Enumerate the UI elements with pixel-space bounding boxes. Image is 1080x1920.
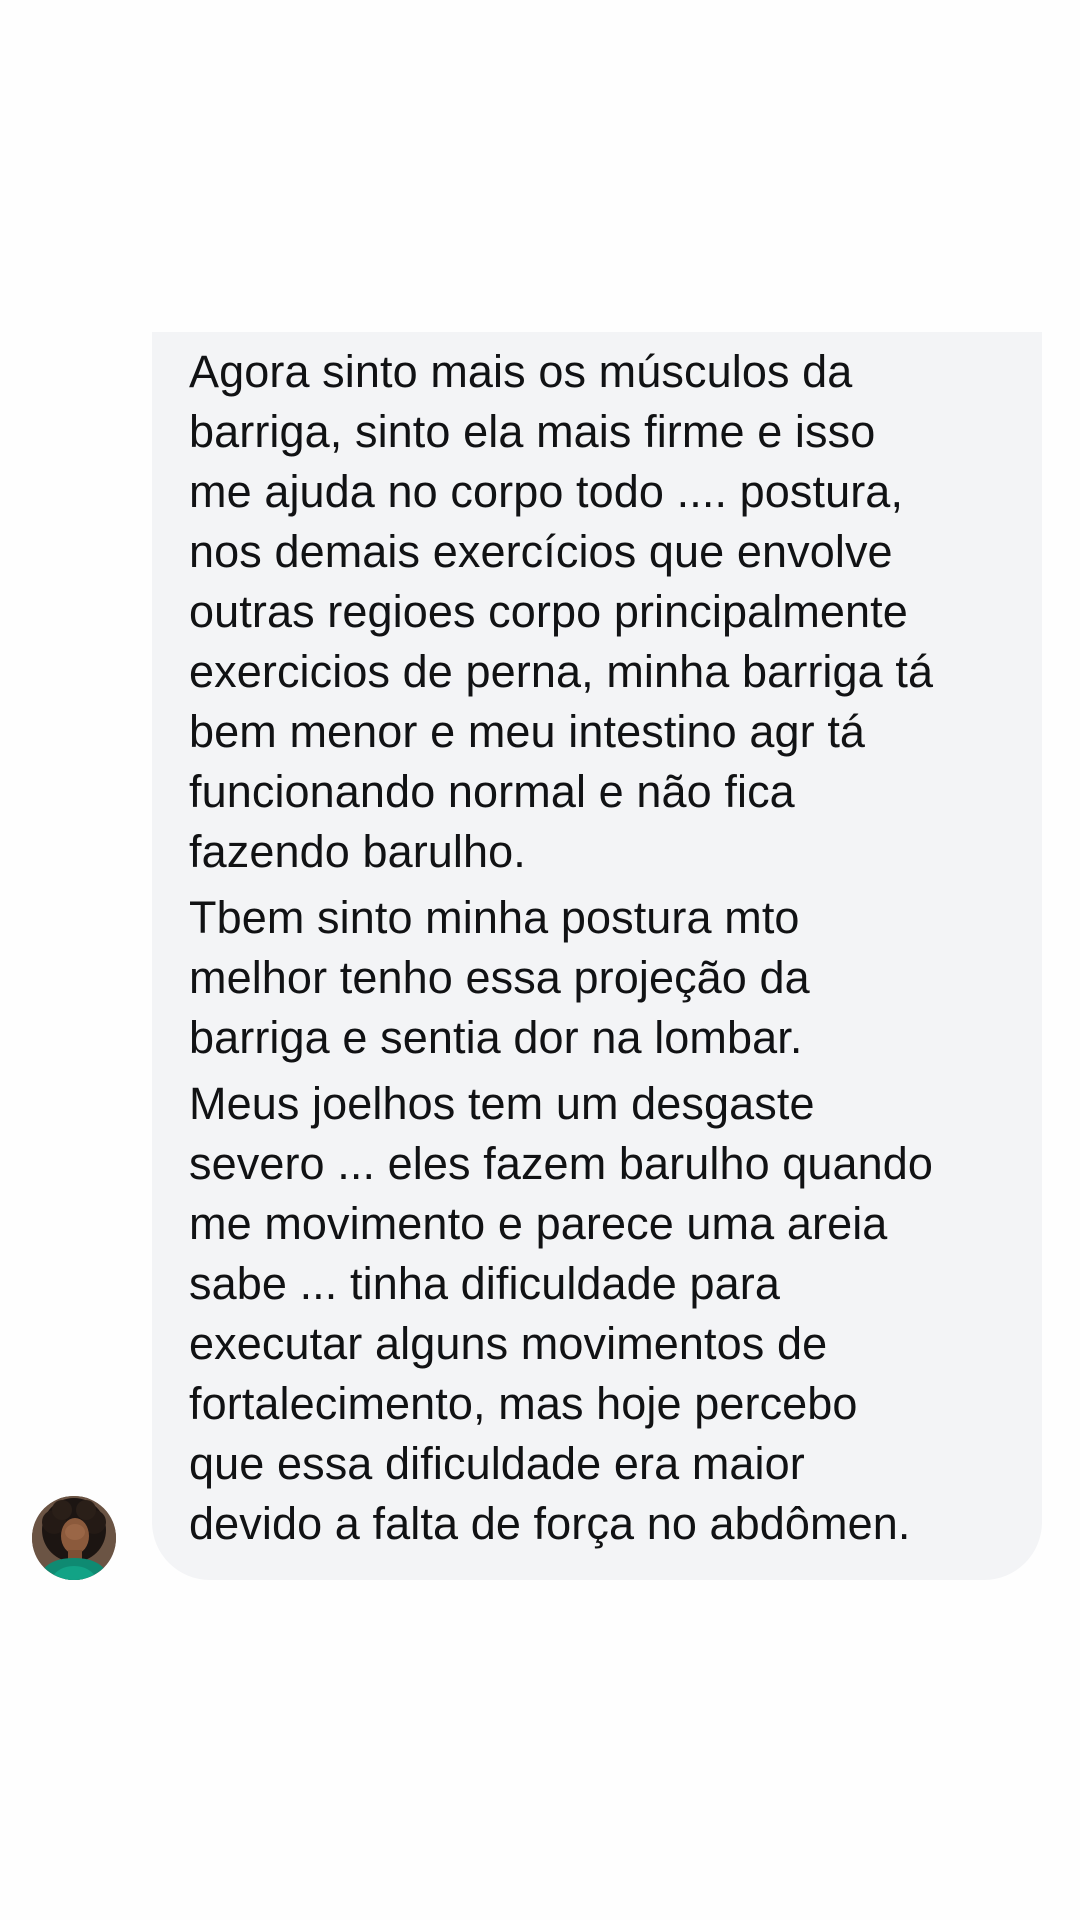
message-thread: Agora sinto mais os músculos da barriga,… bbox=[0, 0, 1080, 1920]
sender-avatar[interactable] bbox=[32, 1496, 116, 1580]
message-paragraph: Tbem sinto minha postura mto melhor tenh… bbox=[189, 892, 810, 1063]
message-paragraph: Agora sinto mais os músculos da barriga,… bbox=[189, 346, 934, 877]
message-bubble[interactable]: Agora sinto mais os músculos da barriga,… bbox=[152, 332, 1042, 1580]
message-paragraph: Meus joelhos tem um desgaste severo ... … bbox=[189, 1078, 934, 1549]
profile-photo-avatar-icon bbox=[32, 1496, 116, 1580]
